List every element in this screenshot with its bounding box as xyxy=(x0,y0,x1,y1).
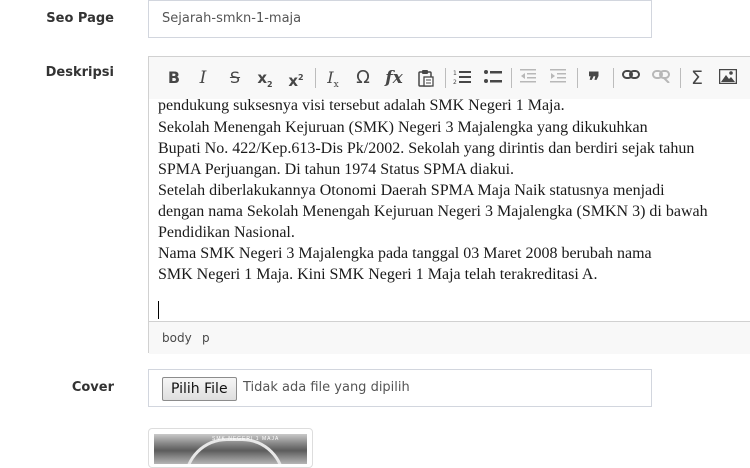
content-line: Sekolah Menengah Kejuruan (SMK) Negeri 3… xyxy=(158,119,648,136)
unlink-button[interactable] xyxy=(650,66,672,90)
choose-file-button[interactable]: Pilih File xyxy=(162,377,237,401)
path-body[interactable]: body xyxy=(162,331,192,345)
link-button[interactable] xyxy=(620,66,642,90)
path-p[interactable]: p xyxy=(202,331,210,345)
italic-icon: I xyxy=(199,68,207,88)
paste-icon xyxy=(418,70,434,87)
seo-page-input[interactable]: Sejarah-smkn-1-maja xyxy=(148,0,652,38)
editor-content[interactable]: pendukung suksesnya visi tersebut adalah… xyxy=(149,99,750,321)
toolbar-separator xyxy=(445,68,446,88)
superscript-button[interactable]: x2 xyxy=(285,66,307,90)
toolbar-separator xyxy=(315,68,316,88)
link-icon xyxy=(622,70,640,79)
cover-thumbnail: SMK NEGERI 1 MAJA xyxy=(148,428,313,468)
remove-format-icon: Ix xyxy=(327,68,339,91)
sum-button[interactable]: Σ xyxy=(686,66,708,90)
formula-button[interactable]: fx xyxy=(383,66,405,90)
content-line: Pendidikan Nasional. xyxy=(158,224,295,241)
bold-icon: B xyxy=(167,68,181,87)
image-icon xyxy=(719,69,737,84)
image-button[interactable] xyxy=(717,66,739,90)
toolbar-separator xyxy=(613,68,614,88)
omega-icon: Ω xyxy=(356,67,370,88)
content-line: SMK Negeri 1 Maja. Kini SMK Negeri 1 Maj… xyxy=(158,266,598,283)
content-line: pendukung suksesnya visi tersebut adalah… xyxy=(158,99,565,114)
bold-button[interactable]: B xyxy=(163,66,185,90)
remove-format-button[interactable]: Ix xyxy=(322,66,344,90)
content-line: dengan nama Sekolah Menengah Kejuruan Ne… xyxy=(158,203,708,220)
editor-toolbar: B I S x2 x2 Ix Ω fx 1 2 ❞ Σ xyxy=(149,57,750,100)
toolbar-separator xyxy=(577,68,578,88)
cover-image: SMK NEGERI 1 MAJA xyxy=(154,434,307,464)
outdent-button[interactable] xyxy=(517,66,539,90)
quote-icon: ❞ xyxy=(588,68,600,94)
deskripsi-label: Deskripsi xyxy=(45,65,114,80)
element-path-bar: body p xyxy=(149,321,750,354)
unlink-icon xyxy=(652,70,670,83)
cover-file-input[interactable]: Pilih File Tidak ada file yang dipilih xyxy=(148,369,652,407)
outdent-icon xyxy=(520,69,536,83)
function-icon: fx xyxy=(385,68,403,88)
toolbar-separator xyxy=(511,68,512,88)
bulleted-list-icon xyxy=(484,70,502,83)
no-file-status: Tidak ada file yang dipilih xyxy=(243,380,410,395)
gate-sign: SMK NEGERI 1 MAJA xyxy=(212,436,280,442)
toolbar-separator xyxy=(680,68,681,88)
svg-text:1: 1 xyxy=(453,70,457,77)
bulleted-list-button[interactable] xyxy=(482,66,504,90)
italic-button[interactable]: I xyxy=(192,66,214,90)
strike-button[interactable]: S xyxy=(224,66,246,90)
text-cursor xyxy=(158,301,159,319)
blockquote-button[interactable]: ❞ xyxy=(583,66,605,94)
rich-text-editor[interactable]: B I S x2 x2 Ix Ω fx 1 2 ❞ Σ pendukung su… xyxy=(148,56,750,354)
numbered-list-button[interactable]: 1 2 xyxy=(451,66,473,90)
content-line: SPMA Perjuangan. Di tahun 1974 Status SP… xyxy=(158,161,515,178)
superscript-icon: x2 xyxy=(288,72,304,90)
indent-button[interactable] xyxy=(547,66,569,90)
content-line: Bupati No. 422/Kep.613-Dis Pk/2002. Seko… xyxy=(158,140,695,157)
content-line: Nama SMK Negeri 3 Majalengka pada tangga… xyxy=(158,245,652,262)
indent-icon xyxy=(550,69,566,83)
paste-button[interactable] xyxy=(415,66,437,90)
subscript-icon: x2 xyxy=(257,69,273,89)
sigma-icon: Σ xyxy=(690,67,703,89)
seo-page-label: Seo Page xyxy=(46,11,114,26)
subscript-button[interactable]: x2 xyxy=(254,66,276,90)
cover-label: Cover xyxy=(71,380,114,395)
svg-text:2: 2 xyxy=(453,79,457,85)
numbered-list-icon: 1 2 xyxy=(453,70,471,85)
strikethrough-icon: S xyxy=(229,68,241,87)
content-line: Setelah diberlakukannya Otonomi Daerah S… xyxy=(158,182,665,199)
special-char-button[interactable]: Ω xyxy=(352,66,374,90)
